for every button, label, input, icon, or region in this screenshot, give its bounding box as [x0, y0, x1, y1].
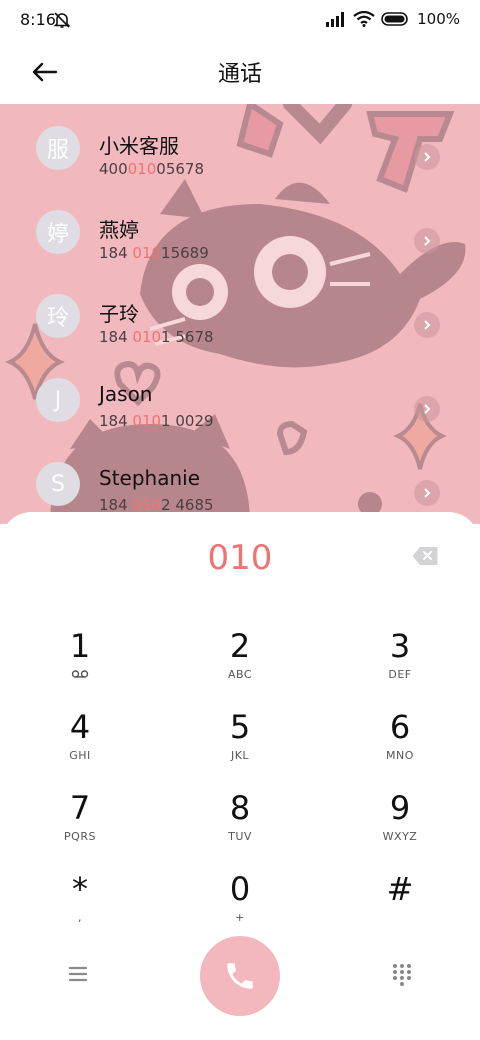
- contact-row[interactable]: 玲 子玲 184 0101 5678: [0, 272, 480, 356]
- key-5[interactable]: 5 JKL: [180, 709, 300, 779]
- contact-avatar: J: [36, 378, 80, 422]
- chevron-right-icon[interactable]: [414, 144, 440, 170]
- contact-row[interactable]: 婷 燕婷 184 01015689: [0, 188, 480, 272]
- backspace-icon[interactable]: [412, 546, 438, 566]
- key-7[interactable]: 7 PQRS: [20, 790, 140, 860]
- phone-icon: [227, 963, 253, 989]
- status-icons: 100%: [325, 10, 460, 28]
- dialed-number: 010: [207, 538, 273, 578]
- key-2[interactable]: 2 ABC: [180, 628, 300, 698]
- key-star[interactable]: * ,: [20, 871, 140, 941]
- wifi-icon: [353, 11, 375, 27]
- header: 通话: [0, 40, 480, 104]
- contact-name: Stephanie: [99, 466, 201, 490]
- battery-icon: [381, 12, 408, 26]
- key-0[interactable]: 0 +: [180, 871, 300, 941]
- contact-avatar: 婷: [36, 210, 80, 254]
- signal-icon: [326, 12, 345, 27]
- key-hash[interactable]: #: [340, 871, 460, 941]
- contact-name: 燕婷: [99, 218, 139, 242]
- dialer-bottom-bar: [0, 932, 480, 1022]
- key-6[interactable]: 6 MNO: [340, 709, 460, 779]
- contact-name: Jason: [99, 382, 153, 406]
- contact-name: 子玲: [99, 302, 139, 326]
- battery-level: 100%: [417, 10, 460, 28]
- contact-row[interactable]: 服 小米客服 40001005678: [0, 104, 480, 188]
- page-title: 通话: [217, 62, 262, 87]
- dialpad-icon[interactable]: [390, 962, 414, 986]
- contact-suggestions: 服 小米客服 40001005678 婷 燕婷 184 01015689 玲 子…: [0, 104, 480, 524]
- contact-avatar: S: [36, 462, 80, 506]
- chevron-right-icon[interactable]: [414, 312, 440, 338]
- key-4[interactable]: 4 GHI: [20, 709, 140, 779]
- chevron-right-icon[interactable]: [414, 480, 440, 506]
- key-9[interactable]: 9 WXYZ: [340, 790, 460, 860]
- contact-avatar: 服: [36, 126, 80, 170]
- status-bar: 8:16 100%: [0, 0, 480, 40]
- contact-avatar: 玲: [36, 294, 80, 338]
- contact-number: 184 0101 5678: [99, 328, 214, 346]
- voicemail-icon: [71, 670, 89, 678]
- chevron-right-icon[interactable]: [414, 228, 440, 254]
- key-3[interactable]: 3 DEF: [340, 628, 460, 698]
- status-time: 8:16: [20, 10, 56, 29]
- chevron-right-icon[interactable]: [414, 396, 440, 422]
- bell-off-icon: [53, 12, 71, 28]
- contact-row[interactable]: J Jason 184 0101 0029: [0, 356, 480, 440]
- contact-number: 184 0101 0029: [99, 412, 214, 430]
- key-1[interactable]: 1: [20, 628, 140, 698]
- call-button[interactable]: [200, 936, 280, 1016]
- menu-icon[interactable]: [66, 962, 90, 986]
- contact-number: 184 01015689: [99, 244, 209, 262]
- dial-panel: 010 1 2 ABC 3 DEF 4 GHI 5 JKL 6 MNO 7 PQ…: [0, 512, 480, 1040]
- key-8[interactable]: 8 TUV: [180, 790, 300, 860]
- contact-name: 小米客服: [99, 134, 179, 158]
- contact-number: 40001005678: [99, 160, 204, 178]
